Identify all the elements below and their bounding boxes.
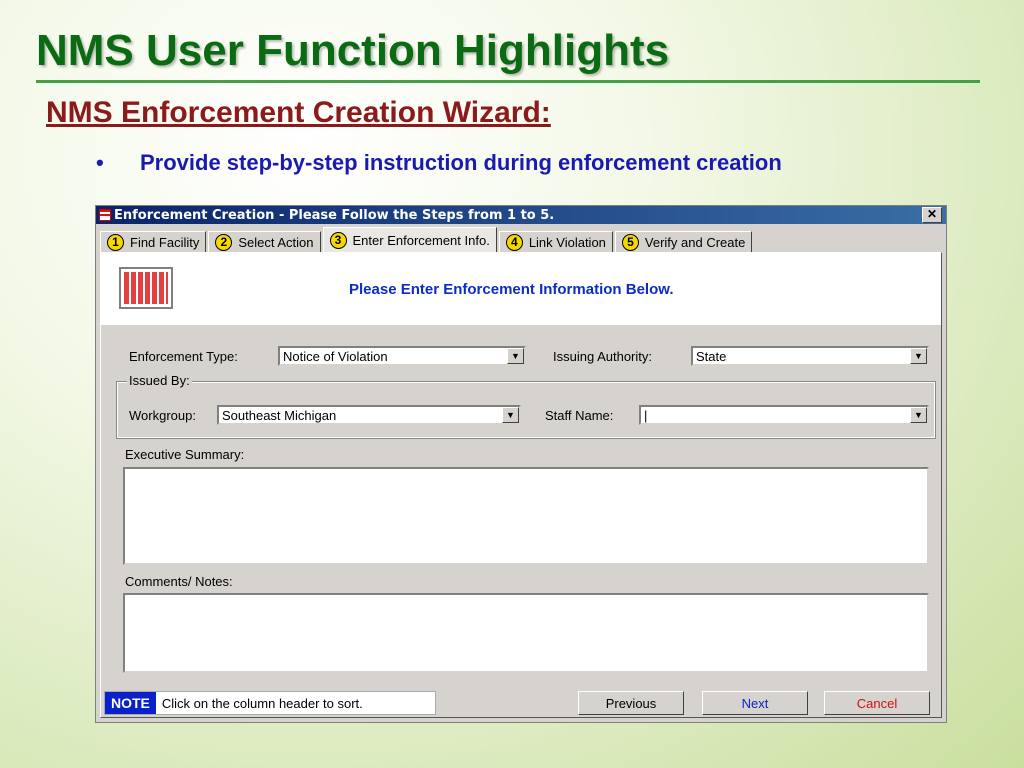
step-1-icon: 1 bbox=[107, 233, 124, 251]
chevron-down-icon[interactable]: ▼ bbox=[910, 407, 927, 423]
workgroup-label: Workgroup: bbox=[129, 408, 196, 423]
step-4-icon: 4 bbox=[505, 233, 523, 251]
tab-panel: Please Enter Enforcement Information Bel… bbox=[100, 252, 942, 718]
tab-find-facility[interactable]: 1 Find Facility bbox=[100, 231, 207, 252]
tab-link-violation[interactable]: 4 Link Violation bbox=[498, 231, 613, 252]
chevron-down-icon[interactable]: ▼ bbox=[910, 348, 927, 364]
tab-label: Enter Enforcement Info. bbox=[352, 232, 490, 248]
bullet-item: • Provide step-by-step instruction during… bbox=[96, 150, 782, 176]
enforcement-creation-dialog: Enforcement Creation - Please Follow the… bbox=[95, 205, 947, 723]
note-text: Click on the column header to sort. bbox=[161, 695, 363, 711]
dialog-footer: NOTE Click on the column header to sort.… bbox=[96, 678, 946, 722]
tab-label: Link Violation bbox=[528, 234, 606, 250]
issuing-authority-select[interactable]: State ▼ bbox=[691, 346, 929, 366]
enforcement-type-label: Enforcement Type: bbox=[129, 349, 238, 364]
chevron-down-icon[interactable]: ▼ bbox=[507, 348, 524, 364]
step-5-icon: 5 bbox=[621, 233, 639, 251]
tab-label: Find Facility bbox=[130, 234, 200, 250]
form-icon bbox=[119, 267, 173, 309]
wizard-tabs: 1 Find Facility 2 Select Action 3 Enter … bbox=[100, 227, 754, 252]
executive-summary-textarea[interactable] bbox=[123, 467, 929, 565]
staff-name-label: Staff Name: bbox=[545, 408, 614, 423]
comments-label: Comments/ Notes: bbox=[125, 574, 233, 589]
chevron-down-icon[interactable]: ▼ bbox=[502, 407, 519, 423]
bullet-text: Provide step-by-step instruction during … bbox=[140, 150, 782, 175]
workgroup-select[interactable]: Southeast Michigan ▼ bbox=[217, 405, 521, 425]
executive-summary-label: Executive Summary: bbox=[125, 447, 245, 462]
workgroup-value: Southeast Michigan bbox=[222, 407, 337, 423]
comments-textarea[interactable] bbox=[123, 593, 929, 673]
bullet-icon: • bbox=[96, 150, 104, 175]
panel-header: Please Enter Enforcement Information Bel… bbox=[101, 253, 941, 325]
tab-enter-enforcement-info[interactable]: 3 Enter Enforcement Info. bbox=[322, 227, 497, 252]
step-3-icon: 3 bbox=[329, 231, 347, 249]
close-icon[interactable]: ✕ bbox=[922, 207, 942, 223]
dialog-titlebar[interactable]: Enforcement Creation - Please Follow the… bbox=[96, 206, 946, 224]
slide-subtitle: NMS Enforcement Creation Wizard: bbox=[46, 96, 551, 129]
tab-label: Select Action bbox=[238, 234, 314, 250]
staff-name-value: | bbox=[644, 407, 648, 423]
staff-name-select[interactable]: | ▼ bbox=[639, 405, 929, 425]
issued-by-legend: Issued By: bbox=[127, 373, 192, 388]
title-divider bbox=[36, 80, 980, 83]
slide-title: NMS User Function Highlights bbox=[36, 26, 670, 75]
tab-select-action[interactable]: 2 Select Action bbox=[208, 231, 321, 252]
next-button[interactable]: Next bbox=[702, 691, 808, 715]
enforcement-type-value: Notice of Violation bbox=[283, 348, 388, 364]
cancel-button[interactable]: Cancel bbox=[824, 691, 930, 715]
issuing-authority-value: State bbox=[696, 348, 727, 364]
note-tag: NOTE bbox=[105, 692, 156, 714]
app-icon bbox=[99, 209, 111, 221]
header-message: Please Enter Enforcement Information Bel… bbox=[349, 281, 674, 298]
note-box: NOTE Click on the column header to sort. bbox=[104, 691, 436, 715]
tab-verify-and-create[interactable]: 5 Verify and Create bbox=[614, 231, 753, 252]
enforcement-type-select[interactable]: Notice of Violation ▼ bbox=[278, 346, 526, 366]
step-2-icon: 2 bbox=[215, 233, 233, 251]
issuing-authority-label: Issuing Authority: bbox=[553, 349, 652, 364]
tab-label: Verify and Create bbox=[644, 234, 746, 250]
dialog-title: Enforcement Creation - Please Follow the… bbox=[114, 207, 555, 223]
previous-button[interactable]: Previous bbox=[578, 691, 684, 715]
